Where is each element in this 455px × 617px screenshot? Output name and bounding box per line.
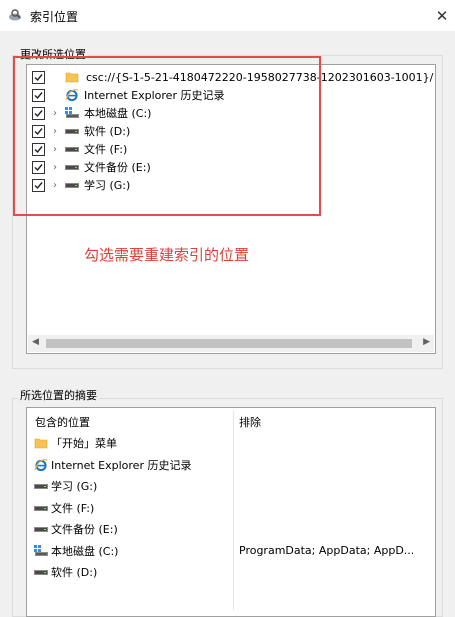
drive-icon: [33, 522, 49, 536]
summary-location-label: 本地磁盘 (C:): [51, 544, 119, 558]
scroll-right-icon[interactable]: ▶: [423, 337, 430, 347]
column-header-excluded[interactable]: 排除: [239, 414, 261, 430]
summary-location-label: 文件 (F:): [51, 501, 95, 515]
summary-row: 文件 (F:): [27, 499, 94, 517]
close-button[interactable]: ✕: [429, 0, 455, 31]
annotation-highlight-box: [13, 56, 321, 216]
summary-location-label: 文件备份 (E:): [51, 523, 118, 536]
column-header-included[interactable]: 包含的位置: [35, 414, 90, 430]
summary-row: 文件备份 (E:): [27, 520, 118, 538]
title-bar: 索引位置 ✕: [0, 0, 455, 31]
summary-location-label: 「开始」菜单: [51, 437, 117, 450]
indexing-options-icon: [8, 8, 22, 22]
summary-row: 本地磁盘 (C:): [27, 542, 118, 560]
scroll-left-icon[interactable]: ◀: [32, 337, 39, 347]
summary-label: 所选位置的摘要: [18, 387, 99, 403]
summary-excluded-value: ProgramData; AppData; AppD...: [239, 543, 415, 557]
internet-explorer-icon: [33, 458, 49, 472]
summary-row: 学习 (G:): [27, 477, 97, 495]
horizontal-scrollbar[interactable]: ◀ ▶: [28, 335, 434, 352]
summary-row: Internet Explorer 历史记录: [27, 456, 191, 474]
summary-row: 软件 (D:): [27, 563, 97, 581]
window-title: 索引位置: [30, 10, 79, 24]
summary-location-label: Internet Explorer 历史记录: [51, 458, 192, 472]
summary-list: 包含的位置 排除 「开始」菜单 Internet Explorer 历史记录 学习 …: [26, 407, 436, 617]
drive-icon: [33, 501, 49, 515]
drive-icon: [33, 565, 49, 579]
folder-icon: [33, 436, 49, 450]
column-divider[interactable]: [233, 410, 234, 610]
summary-row: 「开始」菜单: [27, 434, 117, 452]
annotation-text: 勾选需要重建索引的位置: [84, 246, 250, 264]
system-drive-icon: [33, 544, 49, 558]
summary-location-label: 学习 (G:): [51, 480, 98, 493]
scrollbar-thumb[interactable]: [46, 339, 412, 348]
drive-icon: [33, 479, 49, 493]
summary-location-label: 软件 (D:): [51, 566, 98, 579]
